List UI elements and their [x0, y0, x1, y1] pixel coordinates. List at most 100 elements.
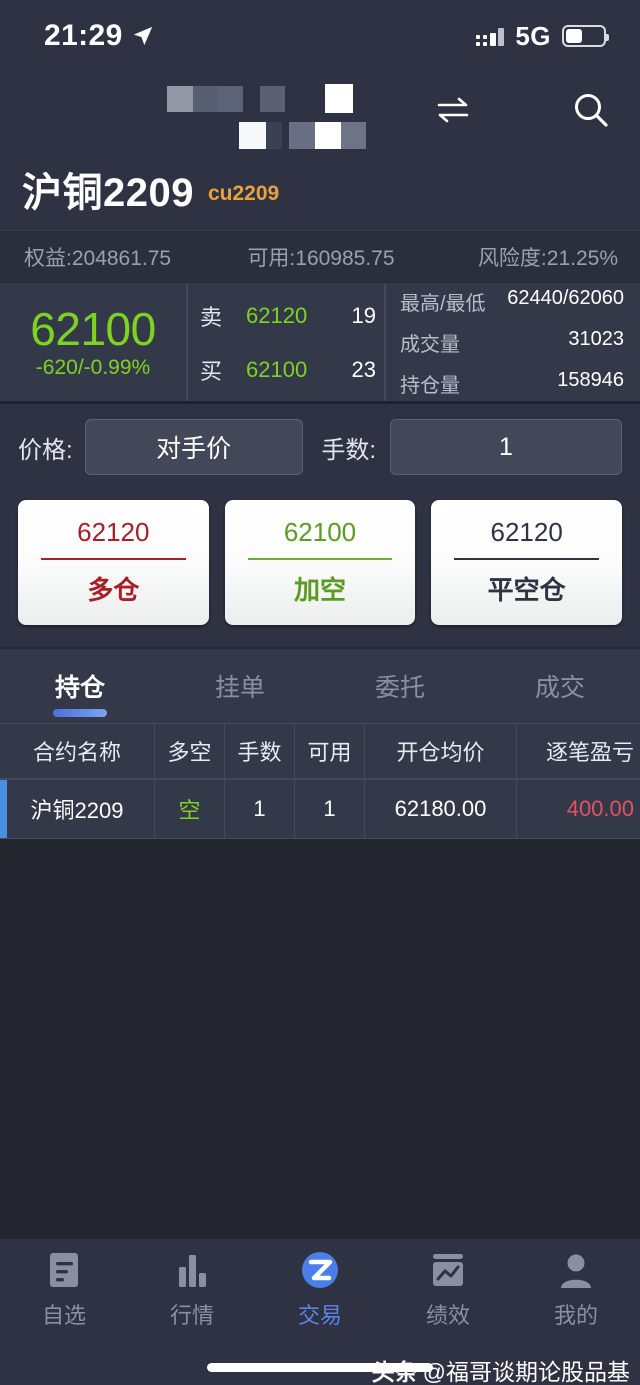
instrument-name: 沪铜2209	[22, 171, 194, 215]
quote-panel: 62100 -620/-0.99% 卖 62120 19 买 62100 23 …	[0, 284, 640, 404]
nav-label: 绩效	[425, 1303, 470, 1328]
trade-action-buttons: 62120 多仓 62100 加空 62120 平空仓	[0, 490, 640, 647]
cell-pnl: 400.00	[566, 796, 634, 821]
stat-value: 62440/62060	[507, 287, 624, 309]
person-icon	[559, 1250, 593, 1290]
swap-arrows-icon[interactable]	[426, 83, 480, 137]
stat-label: 成交量	[400, 334, 460, 356]
cell-lots: 1	[225, 780, 295, 838]
close-short-price: 62120	[490, 516, 563, 547]
last-price-block[interactable]: 62100 -620/-0.99%	[0, 284, 186, 401]
order-entry-bar: 价格: 对手价 手数: 1	[0, 404, 640, 490]
stat-label: 最高/最低	[400, 293, 486, 315]
watermark-brand: 头条	[371, 1359, 418, 1385]
app-bar	[0, 72, 640, 149]
divider	[247, 558, 393, 561]
stat-row: 成交量 31023	[400, 328, 624, 357]
tab-positions[interactable]: 持仓	[0, 649, 160, 723]
stat-row: 持仓量 158946	[400, 369, 624, 398]
positions-tab-bar: 持仓 挂单 委托 成交	[0, 647, 640, 723]
nav-item-quotes[interactable]: 行情	[128, 1239, 256, 1341]
column-header-avg-price: 开仓均价	[365, 724, 517, 778]
open-long-button[interactable]: 62120 多仓	[18, 500, 209, 625]
bid-quantity: 23	[351, 356, 376, 382]
nav-item-trade[interactable]: 交易	[256, 1239, 384, 1341]
price-input[interactable]: 对手价	[84, 419, 303, 475]
cell-available: 1	[295, 780, 365, 838]
tab-pending-orders[interactable]: 挂单	[160, 649, 320, 723]
footer-bar: 头条 @福哥谈期论股品基	[0, 1341, 640, 1385]
close-short-button[interactable]: 62120 平空仓	[431, 500, 623, 625]
account-summary-bar: 权益:204861.75 可用:160985.75 风险度:21.25%	[0, 230, 640, 284]
price-field-label: 价格:	[18, 436, 73, 464]
account-equity: 权益:204861.75	[24, 247, 172, 270]
cell-avg-price: 62180.00	[365, 780, 517, 838]
nav-label: 自选	[41, 1303, 86, 1328]
status-time: 21:29	[44, 19, 123, 52]
nav-label: 行情	[169, 1303, 214, 1328]
ask-price: 62120	[246, 302, 308, 328]
position-table: 合约名称 多空 手数 可用 开仓均价 逐笔盈亏 沪铜2209 空 1 1 621…	[0, 723, 640, 839]
divider	[454, 558, 600, 561]
column-header-lots: 手数	[225, 724, 295, 778]
nav-label: 交易	[297, 1303, 342, 1328]
network-type-label: 5G	[515, 20, 551, 51]
column-header-pnl: 逐笔盈亏	[545, 740, 634, 765]
tab-filled[interactable]: 成交	[480, 649, 640, 723]
lots-field-label: 手数:	[321, 436, 376, 464]
cell-contract: 沪铜2209	[0, 780, 155, 838]
quote-stats-block: 最高/最低 62440/62060 成交量 31023 持仓量 158946	[386, 284, 640, 401]
watermark-handle: @福哥谈期论股品基	[422, 1359, 630, 1385]
nav-label: 我的	[553, 1303, 598, 1328]
z-logo-icon	[300, 1250, 340, 1290]
instrument-title-row[interactable]: 沪铜2209 cu2209	[0, 148, 640, 230]
status-bar-left: 21:29	[44, 19, 154, 53]
price-change: -620/-0.99%	[35, 355, 151, 379]
stat-label: 持仓量	[400, 375, 460, 397]
watermark: 头条 @福哥谈期论股品基	[372, 1353, 630, 1385]
list-document-icon	[47, 1250, 81, 1290]
lots-input[interactable]: 1	[390, 419, 622, 475]
cell-direction: 空	[155, 780, 225, 838]
instrument-code: cu2209	[207, 182, 280, 205]
order-book-block[interactable]: 卖 62120 19 买 62100 23	[186, 284, 386, 401]
close-short-label: 平空仓	[487, 575, 566, 606]
tab-entrust[interactable]: 委托	[320, 649, 480, 723]
performance-chart-icon	[430, 1250, 466, 1290]
column-header-available: 可用	[295, 724, 365, 778]
mosaic-blocks	[0, 72, 640, 149]
bottom-navigation-bar: 自选 行情 交易 绩效 我的	[0, 1237, 640, 1341]
open-long-price: 62120	[77, 516, 150, 547]
status-bar-right: 5G	[476, 20, 609, 52]
column-header-contract: 合约名称	[0, 724, 155, 778]
bid-row[interactable]: 买 62100 23	[200, 354, 376, 386]
app-screen: 21:29 5G 沪铜2209 cu2209 权益:204861.75 可用:1…	[0, 0, 640, 1385]
add-short-label: 加空	[294, 575, 347, 606]
open-long-label: 多仓	[87, 575, 140, 606]
nav-item-mine[interactable]: 我的	[512, 1239, 640, 1341]
add-short-button[interactable]: 62100 加空	[224, 500, 416, 625]
status-bar: 21:29 5G	[0, 0, 640, 72]
stat-row: 最高/最低 62440/62060	[400, 287, 624, 316]
account-risk: 风险度:21.25%	[477, 247, 618, 270]
empty-content-area	[0, 839, 640, 1237]
signal-bars-icon	[476, 26, 505, 46]
location-arrow-icon	[132, 25, 154, 47]
table-header-row: 合约名称 多空 手数 可用 开仓均价 逐笔盈亏	[0, 723, 640, 779]
ask-row[interactable]: 卖 62120 19	[200, 300, 376, 332]
bid-price: 62100	[246, 356, 308, 382]
stat-value: 31023	[568, 328, 624, 350]
bid-label: 买	[200, 358, 223, 384]
column-header-direction: 多空	[155, 724, 225, 778]
bar-chart-icon	[175, 1250, 209, 1290]
stat-value: 158946	[557, 369, 624, 391]
last-price: 62100	[30, 302, 156, 355]
ask-quantity: 19	[351, 302, 376, 328]
nav-item-performance[interactable]: 绩效	[384, 1239, 512, 1341]
account-available: 可用:160985.75	[247, 247, 395, 270]
divider	[40, 558, 186, 561]
ask-label: 卖	[200, 304, 223, 330]
table-row[interactable]: 沪铜2209 空 1 1 62180.00 400.00	[0, 779, 640, 839]
nav-item-watchlist[interactable]: 自选	[0, 1239, 128, 1341]
search-icon[interactable]	[564, 83, 618, 137]
